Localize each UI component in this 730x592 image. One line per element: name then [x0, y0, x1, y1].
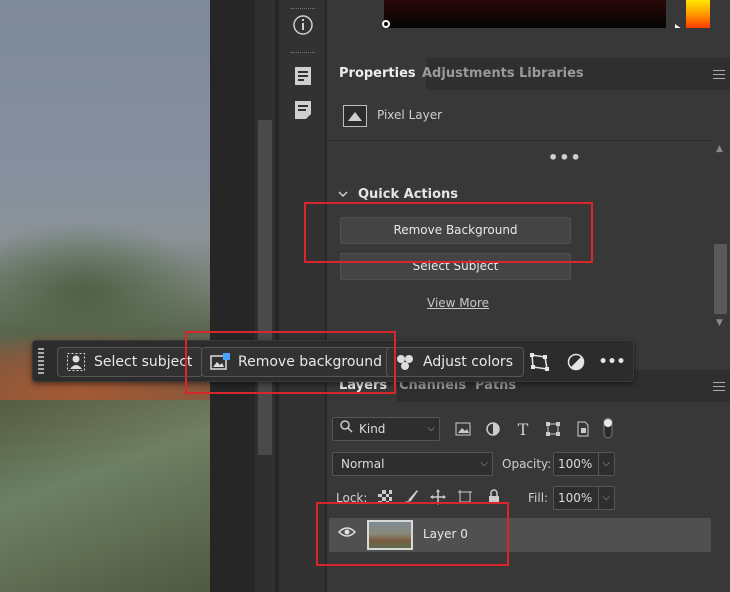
- layer-filter-kind-select[interactable]: Kind ⌵: [332, 417, 440, 441]
- quick-actions-title: Quick Actions: [358, 187, 459, 202]
- select-subject-task-label: Select subject: [94, 354, 193, 370]
- strip-grip[interactable]: [291, 52, 315, 55]
- opacity-field[interactable]: 100% ⌵: [553, 452, 615, 476]
- info-icon[interactable]: [291, 13, 315, 37]
- properties-tab-bar: Properties Adjustments Libraries: [329, 58, 730, 90]
- tab-adjustments[interactable]: Adjustments: [412, 58, 525, 90]
- chevron-down-icon: ⌵: [427, 423, 435, 434]
- chevron-down-icon[interactable]: [337, 188, 349, 203]
- highlight-remove-background-panel: [304, 202, 593, 263]
- opacity-value: 100%: [558, 457, 593, 471]
- strip-grip[interactable]: [291, 8, 315, 11]
- canvas-scroll-thumb[interactable]: [258, 120, 272, 455]
- properties-divider: [329, 140, 711, 141]
- layers-panel-menu-icon[interactable]: [713, 382, 725, 391]
- canvas-image-grass: [0, 400, 210, 592]
- filter-adjustment-layers-icon[interactable]: [483, 419, 503, 439]
- highlight-layer-0: [316, 502, 509, 566]
- fill-label: Fill:: [528, 491, 549, 505]
- chevron-down-icon[interactable]: ⌵: [598, 487, 610, 509]
- opacity-label: Opacity:: [502, 457, 552, 471]
- hue-slider[interactable]: [686, 0, 710, 28]
- view-more-link[interactable]: View More: [427, 296, 489, 310]
- chevron-down-icon[interactable]: ⌵: [598, 453, 610, 475]
- history-panel-icon[interactable]: [291, 64, 315, 88]
- layer-type-label: Pixel Layer: [377, 108, 443, 122]
- canvas-image-fog: [0, 220, 210, 340]
- adjust-colors-icon: [395, 353, 415, 371]
- properties-panel-menu-icon[interactable]: [713, 70, 725, 79]
- blend-mode-select[interactable]: Normal ⌵: [332, 452, 493, 476]
- document-canvas[interactable]: [0, 0, 210, 592]
- adjustment-circle-icon[interactable]: [564, 350, 588, 374]
- adjust-colors-task-button[interactable]: Adjust colors: [386, 347, 524, 377]
- scroll-up-icon[interactable]: ▲: [716, 144, 723, 154]
- transform-icon[interactable]: [527, 350, 551, 374]
- chevron-down-icon: ⌵: [480, 458, 488, 469]
- properties-scroll-thumb[interactable]: [714, 244, 727, 314]
- filter-toggle-switch[interactable]: [601, 415, 615, 441]
- layers-scrollbar[interactable]: [711, 402, 730, 592]
- select-subject-task-button[interactable]: Select subject: [57, 347, 204, 377]
- color-picker-pointer[interactable]: [382, 20, 390, 28]
- filter-smart-objects-icon[interactable]: [573, 419, 593, 439]
- filter-type-layers-icon[interactable]: T: [513, 419, 533, 439]
- adjust-colors-task-label: Adjust colors: [423, 354, 513, 370]
- scroll-down-icon[interactable]: ▼: [716, 318, 723, 328]
- pixel-layer-icon: [343, 105, 367, 127]
- tab-libraries[interactable]: Libraries: [509, 58, 594, 90]
- filter-pixel-layers-icon[interactable]: [453, 419, 473, 439]
- color-panel-footer: [329, 28, 730, 58]
- fill-value: 100%: [558, 491, 593, 505]
- properties-more-button[interactable]: •••: [548, 148, 582, 167]
- notes-panel-icon[interactable]: [291, 98, 315, 122]
- blend-mode-value: Normal: [341, 457, 385, 471]
- task-bar-grip[interactable]: [38, 348, 44, 376]
- highlight-remove-background-taskbar: [185, 331, 396, 394]
- layer-filter-kind-value: Kind: [359, 422, 386, 436]
- filter-shape-layers-icon[interactable]: [543, 419, 563, 439]
- select-subject-icon: [66, 353, 86, 371]
- more-icon[interactable]: •••: [599, 350, 626, 374]
- color-picker-field[interactable]: [384, 0, 666, 28]
- search-icon: [339, 418, 353, 440]
- fill-field[interactable]: 100% ⌵: [553, 486, 615, 510]
